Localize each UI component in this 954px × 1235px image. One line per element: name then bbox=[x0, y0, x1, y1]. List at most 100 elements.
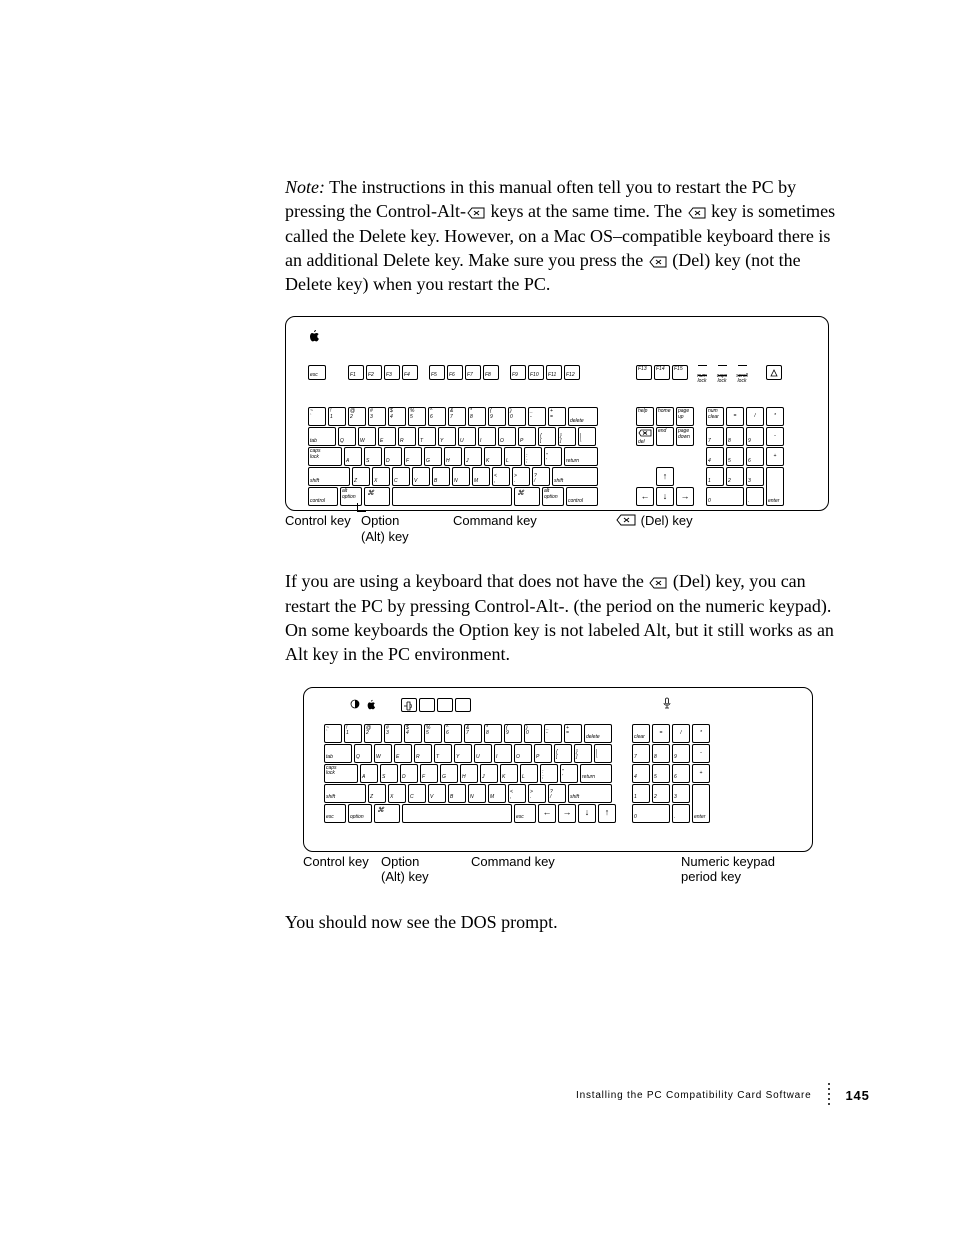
apple-logo-icon bbox=[308, 328, 320, 345]
key: ^ 6 bbox=[444, 724, 462, 743]
key: _ - bbox=[528, 407, 546, 426]
key: num clear bbox=[706, 407, 724, 426]
control-key-label-2: Control key bbox=[303, 854, 369, 870]
key: F13 bbox=[636, 365, 652, 380]
key: # 3 bbox=[368, 407, 386, 426]
compact-keyboard-outline: ~ `! 1@ 2# 3$ 4% 5^ 6& 7* 8( 9) 0_ -+ =d… bbox=[303, 687, 813, 852]
soft-dock bbox=[401, 698, 471, 712]
key: F6 bbox=[447, 365, 463, 380]
key: B bbox=[432, 467, 450, 486]
top-icons bbox=[350, 698, 376, 710]
key: Q bbox=[338, 427, 356, 446]
key: 7 bbox=[632, 744, 650, 763]
key: G bbox=[424, 447, 442, 466]
key: ! 1 bbox=[328, 407, 346, 426]
key: 0 bbox=[706, 487, 744, 506]
key: O bbox=[514, 744, 532, 763]
key: ( 9 bbox=[504, 724, 522, 743]
key: esc bbox=[514, 804, 536, 823]
arrow-down-key: ↓ bbox=[656, 487, 674, 506]
key: shift bbox=[324, 784, 366, 803]
arrow-down-key: ↓ bbox=[578, 804, 596, 823]
para1-b: keys at the same time. The bbox=[486, 201, 687, 221]
del-key-icon bbox=[649, 577, 667, 589]
key: M bbox=[472, 467, 490, 486]
key: L bbox=[504, 447, 522, 466]
key: 5 bbox=[652, 764, 670, 783]
key: ) 0 bbox=[524, 724, 542, 743]
led-label: scroll lock bbox=[734, 374, 750, 384]
key: F14 bbox=[654, 365, 670, 380]
extended-keyboard-outline: escF1F2F3F4F5F6F7F8F9F10F11F12F13F14F15n… bbox=[285, 316, 829, 511]
key: L bbox=[520, 764, 538, 783]
key: 3 bbox=[672, 784, 690, 803]
key: shift bbox=[568, 784, 612, 803]
key: - bbox=[766, 427, 784, 446]
key: X bbox=[372, 467, 390, 486]
key: F11 bbox=[546, 365, 562, 380]
page-number: 145 bbox=[846, 1088, 870, 1103]
key: ~ ` bbox=[324, 724, 342, 743]
key: O bbox=[498, 427, 516, 446]
key: / bbox=[746, 407, 764, 426]
key: 6 bbox=[672, 764, 690, 783]
key: I bbox=[478, 427, 496, 446]
key: Q bbox=[354, 744, 372, 763]
page-footer: Installing the PC Compatibility Card Sof… bbox=[576, 1085, 876, 1105]
key: esc bbox=[308, 365, 326, 380]
key: U bbox=[474, 744, 492, 763]
key: 8 bbox=[726, 427, 744, 446]
paragraph-3: You should now see the DOS prompt. bbox=[285, 910, 840, 934]
led-label: caps lock bbox=[714, 374, 730, 384]
key: * 8 bbox=[468, 407, 486, 426]
soft-key bbox=[419, 698, 435, 712]
key: F9 bbox=[510, 365, 526, 380]
command-key-label: Command key bbox=[453, 513, 537, 529]
key: alt option bbox=[542, 487, 564, 506]
arrow-right-key: → bbox=[558, 804, 576, 823]
numpad-period-label-line2: period key bbox=[681, 869, 775, 885]
key: F4 bbox=[402, 365, 418, 380]
key: caps lock bbox=[308, 447, 342, 466]
key: option bbox=[348, 804, 372, 823]
compact-keyboard-figure: ~ `! 1@ 2# 3$ 4% 5^ 6& 7* 8( 9) 0_ -+ =d… bbox=[285, 687, 840, 888]
key: ^ 6 bbox=[428, 407, 446, 426]
key: B bbox=[448, 784, 466, 803]
key: H bbox=[444, 447, 462, 466]
key: { [ bbox=[538, 427, 556, 446]
key: F1 bbox=[348, 365, 364, 380]
key: @ 2 bbox=[364, 724, 382, 743]
key: 7 bbox=[706, 427, 724, 446]
key: ( 9 bbox=[488, 407, 506, 426]
key: K bbox=[484, 447, 502, 466]
key: home bbox=[656, 407, 674, 426]
note-label: Note: bbox=[285, 177, 325, 197]
key: < , bbox=[508, 784, 526, 803]
key: $ 4 bbox=[388, 407, 406, 426]
key: shift bbox=[552, 467, 598, 486]
key: | \ bbox=[594, 744, 612, 763]
del-key-icon bbox=[649, 256, 667, 268]
key: E bbox=[394, 744, 412, 763]
key: J bbox=[464, 447, 482, 466]
key: F bbox=[420, 764, 438, 783]
key: help bbox=[636, 407, 654, 426]
command-key: ⌘ bbox=[374, 804, 400, 823]
option-key-label: Option (Alt) key bbox=[361, 513, 409, 544]
key: A bbox=[344, 447, 362, 466]
key: M bbox=[488, 784, 506, 803]
key: # 3 bbox=[384, 724, 402, 743]
key: ) 0 bbox=[508, 407, 526, 426]
key: F15 bbox=[672, 365, 688, 380]
key: : ; bbox=[540, 764, 558, 783]
soft-key bbox=[455, 698, 471, 712]
arrow-right-key: → bbox=[676, 487, 694, 506]
key: P bbox=[518, 427, 536, 446]
del-key: del bbox=[636, 427, 654, 446]
extended-keyboard-figure: escF1F2F3F4F5F6F7F8F9F10F11F12F13F14F15n… bbox=[285, 316, 840, 547]
key: + bbox=[766, 447, 784, 466]
option-key-label-2-line1: Option bbox=[381, 854, 419, 869]
key: end bbox=[656, 427, 674, 446]
key: 1 bbox=[706, 467, 724, 486]
key: > . bbox=[528, 784, 546, 803]
